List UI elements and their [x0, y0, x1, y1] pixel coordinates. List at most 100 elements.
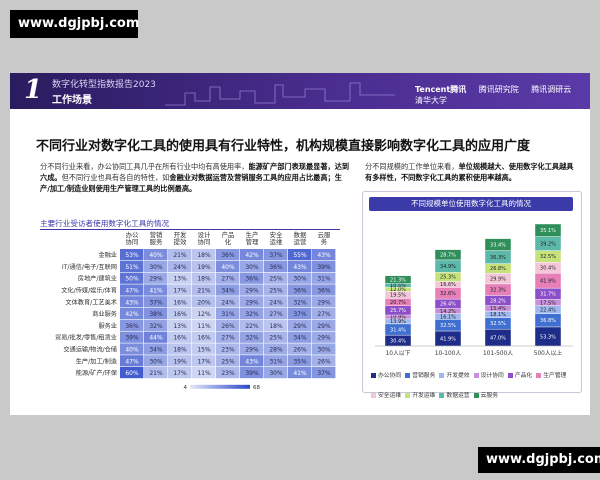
bar-segment-label: 16.1%: [440, 314, 456, 320]
bar-chart-title: 不同规模单位使用数字化工具的情况: [369, 197, 573, 211]
bar-segment-label: 41.9%: [540, 278, 556, 284]
bar-segment-label: 36.8%: [540, 318, 556, 324]
heatmap-cell-label: 36%: [293, 288, 307, 295]
heatmap-cell-label: 29%: [317, 323, 331, 330]
heatmap-row-label: 房地产/建筑业: [78, 275, 117, 283]
heatmap-cell-label: 35%: [293, 358, 307, 365]
heatmap-col-label: 安全运维: [270, 231, 283, 246]
bar-segment-label: 34.9%: [440, 264, 456, 270]
heatmap-cell-label: 36%: [269, 264, 283, 271]
heatmap-cell-label: 23%: [221, 347, 235, 354]
heatmap-cell-label: 41%: [149, 288, 163, 295]
bar-segment-label: 32.3%: [490, 287, 506, 293]
brand-survey: 腾讯调研云: [531, 85, 572, 94]
heatmap-cell-label: 40%: [221, 264, 235, 271]
bar-category-label: 10-100人: [435, 350, 462, 357]
heatmap-cell-label: 26%: [317, 358, 331, 365]
bar-category-label: 101-500人: [483, 350, 513, 357]
heatmap-row-label: 贸易/批发/零售/租赁业: [55, 334, 117, 342]
bar-segment-label: 10.5%: [390, 283, 406, 289]
bar-segment-label: 39.2%: [540, 241, 556, 247]
heatmap-cell-label: 27%: [269, 311, 283, 318]
brand-tencent: Tencent腾讯: [415, 85, 467, 94]
heatmap-cell-label: 41%: [293, 370, 307, 377]
heatmap-col-label: 设计协同: [198, 231, 211, 246]
heatmap-cell-label: 11%: [197, 323, 211, 330]
heatmap-cell-label: 23%: [221, 370, 235, 377]
industry-text-1: 分不同行业来看，办公协同工具几乎在所有行业中均有高使用率，: [40, 162, 249, 171]
bar-segment-label: 20.7%: [390, 300, 406, 306]
heatmap-row-label: 商业服务: [92, 310, 117, 318]
heatmap-cell-label: 16%: [197, 335, 211, 342]
bar-segment-label: 30.4%: [390, 338, 406, 344]
heatmap-row-label: 能源/矿产/环保: [76, 369, 118, 377]
heatmap-cell-label: 27%: [317, 311, 331, 318]
heatmap-cell-label: 39%: [245, 370, 259, 377]
bar-segment-label: 15.4%: [490, 306, 506, 312]
watermark-top: www.dgjpbj.com: [10, 10, 139, 38]
bar-segment-label: 21.3%: [390, 277, 406, 283]
heatmap-cell-label: 60%: [125, 370, 139, 377]
heatmap-cell-label: 25%: [221, 358, 235, 365]
bar-segment-label: 31.4%: [390, 327, 406, 333]
watermark-bottom: www.dgjpbj.com: [478, 447, 600, 473]
heatmap-cell-label: 16%: [173, 335, 187, 342]
legend-item: 开发提效: [439, 370, 470, 379]
heatmap-cell-label: 18%: [197, 276, 211, 283]
stacked-bar-chart: 30.4%31.4%13.9%10.9%25.7%20.7%19.5%12.0%…: [375, 223, 573, 357]
industry-description: 分不同行业来看，办公协同工具几乎在所有行业中均有高使用率，能源矿产部门表现最显著…: [40, 161, 350, 194]
heatmap-cell-label: 32%: [149, 323, 163, 330]
heatmap-col-label: 产品化: [222, 231, 235, 246]
heatmap-row-label: 服务业: [98, 322, 117, 330]
bar-segment-label: 22.4%: [540, 308, 556, 314]
heatmap-cell-label: 16%: [173, 311, 187, 318]
heatmap-cell-label: 19%: [197, 264, 211, 271]
bar-segment-label: 31.7%: [540, 292, 556, 298]
heatmap-cell-label: 17%: [173, 288, 187, 295]
heatmap-cell-label: 43%: [245, 358, 259, 365]
heatmap-row-label: 交通运输/物流/仓储: [63, 346, 117, 354]
legend-swatch: [507, 373, 513, 378]
heatmap-col-label: 办公协同: [126, 231, 139, 246]
heatmap-cell-label: 34%: [293, 335, 307, 342]
heatmap-cell-label: 29%: [293, 323, 307, 330]
bar-segment-label: 25.7%: [390, 308, 406, 314]
section-banner: 1 数字化转型指数报告2023 工作场景 Tencent腾讯 腾讯研究院 腾讯调…: [10, 73, 590, 109]
heatmap-col-label: 开发提效: [174, 231, 187, 246]
bar-segment-label: 19.5%: [390, 293, 406, 299]
legend-swatch: [405, 373, 411, 378]
heatmap-cell-label: 29%: [245, 347, 259, 354]
colorbar-min-label: 4: [184, 385, 188, 391]
heatmap-cell-label: 55%: [293, 252, 307, 259]
heatmap-cell-label: 26%: [221, 323, 235, 330]
heatmap-cell-label: 38%: [149, 311, 163, 318]
heatmap-cell-label: 36%: [245, 276, 259, 283]
heatmap-cell-label: 21%: [149, 370, 163, 377]
heatmap-cell-label: 32%: [293, 299, 307, 306]
bar-segment-label: 32.5%: [490, 321, 506, 327]
heatmap-col-label: 数据运营: [294, 231, 307, 246]
heatmap-cell-label: 39%: [125, 335, 139, 342]
heatmap-row-label: 金融业: [98, 251, 117, 259]
heatmap-cell-label: 42%: [125, 311, 139, 318]
heatmap-row-label: 文化/传媒/娱乐/体育: [61, 287, 117, 295]
heatmap-cell-label: 17%: [197, 358, 211, 365]
heatmap-cell-label: 18%: [269, 323, 283, 330]
bar-segment-label: 26.4%: [440, 302, 456, 308]
heatmap-cell-label: 29%: [149, 276, 163, 283]
legend-swatch: [439, 393, 445, 398]
bar-segment-label: 10.9%: [390, 315, 406, 321]
bar-category-label: 10人以下: [386, 350, 411, 357]
bar-segment-label: 18.1%: [490, 312, 506, 318]
bar-segment-label: 28.2%: [490, 298, 506, 304]
heatmap-cell-label: 13%: [173, 276, 187, 283]
bar-segment-label: 36.3%: [490, 255, 506, 261]
heatmap-cell-label: 43%: [293, 264, 307, 271]
legend-swatch: [371, 393, 376, 398]
heatmap-cell-label: 28%: [269, 347, 283, 354]
bar-segment-label: 32.5%: [440, 323, 456, 329]
legend-item: 生产管理: [536, 370, 566, 379]
heatmap-cell-label: 50%: [125, 276, 139, 283]
heatmap-cell-label: 25%: [269, 276, 283, 283]
legend-swatch: [405, 393, 411, 398]
